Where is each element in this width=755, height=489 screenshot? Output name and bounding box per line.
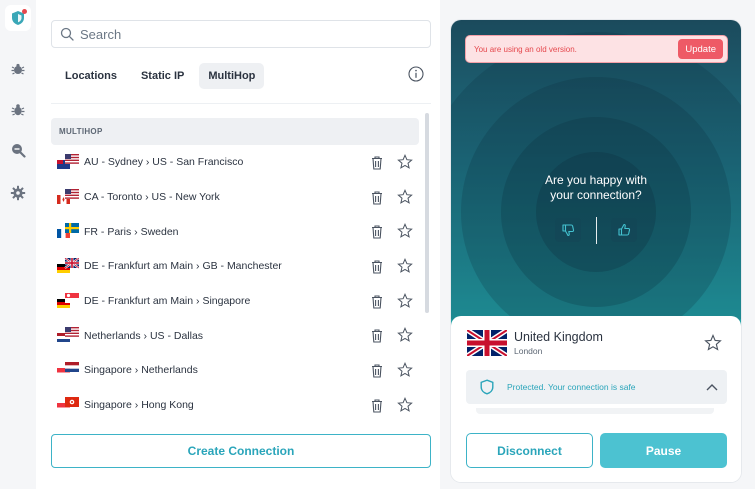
status-text: Protected. Your connection is safe [507, 382, 636, 392]
country-name: United Kingdom [514, 330, 603, 344]
thumbs-up-button[interactable] [611, 218, 637, 242]
list-item[interactable]: DE - Frankfurt am Main › GB - Manchester [51, 249, 419, 284]
thumbs-down-icon [562, 224, 575, 237]
connection-card: You are using an old version. Update Are… [451, 20, 741, 482]
route-label: FR - Paris › Sweden [84, 225, 179, 238]
flag-pair-icon [57, 327, 79, 343]
city-name: London [514, 346, 543, 356]
disconnect-button[interactable]: Disconnect [466, 433, 593, 468]
locations-panel: Locations Static IP MultiHop MULTIHOP [36, 0, 440, 489]
trash-icon[interactable] [370, 363, 384, 378]
flag-pair-icon [57, 188, 79, 204]
thumbs-down-button[interactable] [555, 218, 581, 242]
bug-shield-icon [11, 63, 25, 75]
flag-pair-icon [57, 362, 79, 378]
trash-icon[interactable] [370, 224, 384, 239]
tab-static-ip[interactable]: Static IP [132, 63, 193, 89]
list-item[interactable]: Singapore › Netherlands [51, 353, 419, 388]
tab-locations[interactable]: Locations [56, 63, 126, 89]
route-label: DE - Frankfurt am Main › Singapore [84, 295, 251, 308]
location-tabs: Locations Static IP MultiHop [56, 62, 270, 90]
route-label: DE - Frankfurt am Main › GB - Manchester [84, 260, 282, 273]
star-icon[interactable] [397, 223, 413, 239]
list-item[interactable]: CA - Toronto › US - New York [51, 180, 419, 215]
section-header: MULTIHOP [51, 118, 419, 145]
trash-icon[interactable] [370, 190, 384, 205]
star-icon[interactable] [397, 327, 413, 343]
list-item[interactable]: Singapore › Hong Kong [51, 388, 419, 423]
trash-icon[interactable] [370, 328, 384, 343]
list-item[interactable]: AU - Sydney › US - San Francisco [51, 145, 419, 180]
trash-icon[interactable] [370, 259, 384, 274]
connection-hero: You are using an old version. Update Are… [451, 20, 741, 330]
multihop-list: MULTIHOP AU - Sydney › US - San Francisc… [51, 118, 419, 423]
route-label: AU - Sydney › US - San Francisco [84, 156, 244, 169]
list-item[interactable]: DE - Frankfurt am Main › Singapore [51, 284, 419, 319]
notification-dot [22, 9, 27, 14]
route-label: Singapore › Hong Kong [84, 399, 194, 412]
flag-pair-icon [57, 258, 79, 274]
star-icon[interactable] [704, 334, 722, 352]
pause-button[interactable]: Pause [600, 433, 727, 468]
alert-text: You are using an old version. [474, 44, 577, 54]
connection-status[interactable]: Protected. Your connection is safe [466, 370, 727, 404]
status-detail-edge [476, 408, 714, 414]
search-icon [60, 27, 74, 41]
sidebar-item-settings[interactable] [5, 180, 31, 206]
route-label: CA - Toronto › US - New York [84, 191, 220, 204]
search-minus-icon [12, 144, 26, 158]
app-sidebar [0, 0, 36, 489]
sidebar-item-vpn[interactable] [5, 5, 31, 31]
feedback-question-line: Are you happy with [544, 173, 648, 187]
chevron-up-icon[interactable] [705, 381, 719, 393]
sidebar-item-scan[interactable] [5, 137, 31, 163]
star-icon[interactable] [397, 396, 413, 413]
sidebar-item-antivirus[interactable] [5, 57, 31, 83]
search-box[interactable] [51, 20, 431, 48]
trash-icon[interactable] [370, 398, 384, 413]
star-icon[interactable] [397, 258, 413, 274]
trash-icon[interactable] [370, 294, 384, 309]
feedback-question: Are you happy with your connection? [451, 173, 741, 203]
info-icon[interactable] [408, 66, 424, 82]
list-item[interactable]: Netherlands › US - Dallas [51, 318, 419, 353]
flag-pair-icon [57, 396, 79, 412]
hero-ring [536, 152, 656, 272]
shield-icon [480, 379, 494, 395]
route-label: Netherlands › US - Dallas [84, 329, 204, 342]
location-sheet: United Kingdom London Protected. Your co… [451, 316, 741, 482]
list-item[interactable]: FR - Paris › Sweden [51, 214, 419, 249]
update-button[interactable]: Update [678, 39, 723, 59]
flag-pair-icon [57, 223, 79, 239]
flag-pair-icon [57, 154, 79, 169]
trash-icon[interactable] [370, 155, 384, 170]
divider [51, 103, 431, 104]
uk-flag-icon [467, 330, 507, 356]
feedback-question-line: your connection? [550, 188, 642, 202]
create-connection-button[interactable]: Create Connection [51, 434, 431, 468]
star-icon[interactable] [397, 292, 413, 309]
list-scrollbar[interactable] [425, 113, 429, 313]
star-icon[interactable] [397, 188, 413, 205]
feedback-divider [596, 217, 597, 244]
old-version-alert: You are using an old version. Update [465, 35, 728, 63]
thumbs-up-icon [618, 223, 631, 236]
search-input[interactable] [80, 26, 410, 42]
star-icon[interactable] [397, 154, 413, 170]
flag-pair-icon [57, 292, 79, 308]
gear-icon [10, 185, 26, 201]
star-icon[interactable] [397, 362, 413, 378]
bug-icon [11, 104, 25, 116]
tab-multihop[interactable]: MultiHop [199, 63, 265, 89]
route-label: Singapore › Netherlands [84, 364, 198, 377]
sidebar-item-threat-protection[interactable] [5, 97, 31, 123]
